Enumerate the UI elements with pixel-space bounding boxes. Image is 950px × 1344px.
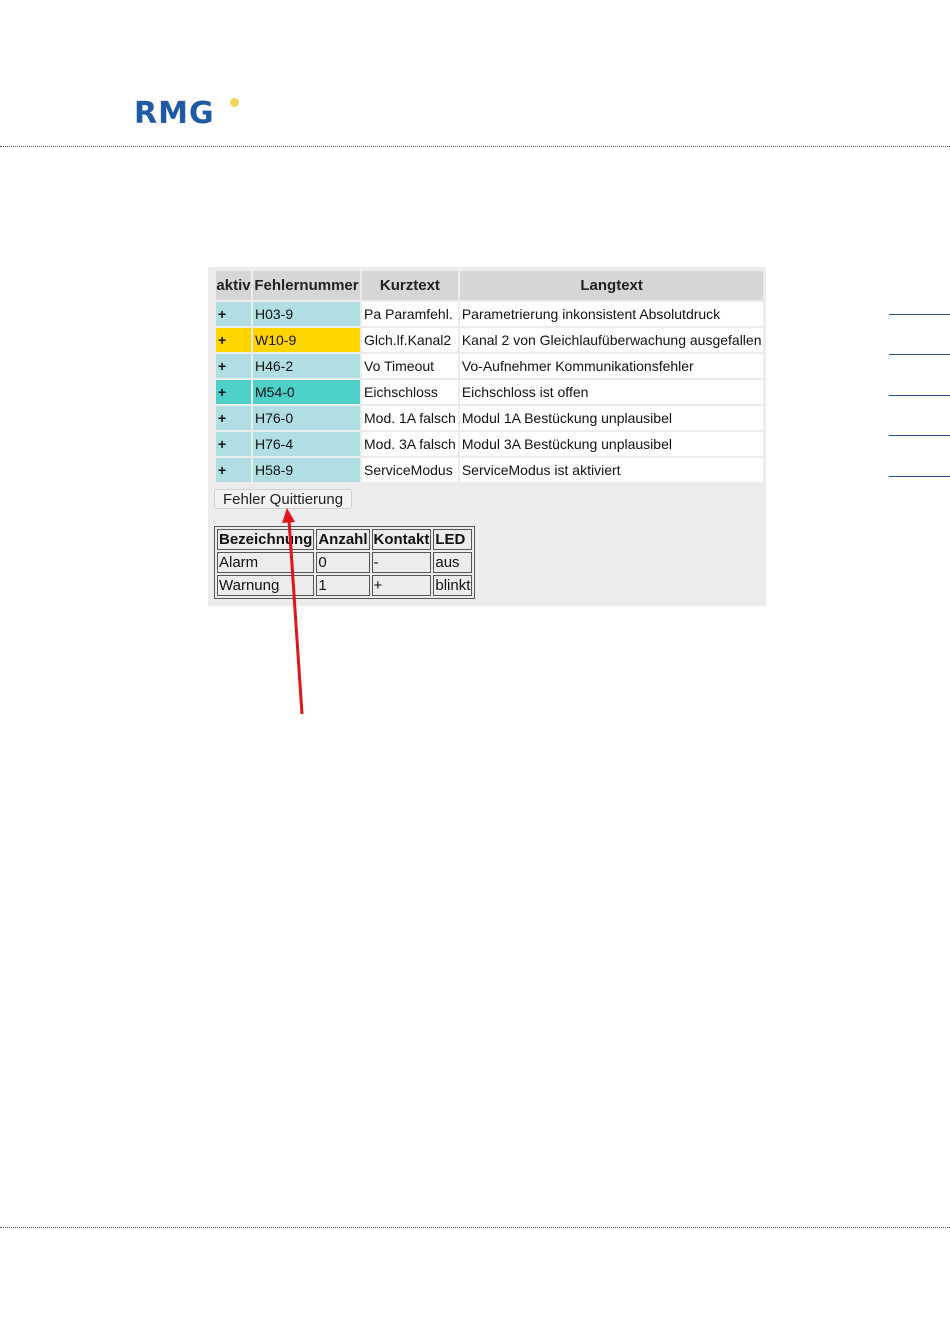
aktiv-cell: + (216, 458, 251, 482)
error-table: aktiv Fehlernummer Kurztext Langtext + H… (214, 269, 765, 484)
short-text-cell: Vo Timeout (362, 354, 458, 378)
error-number-cell: H76-0 (253, 406, 360, 430)
error-number-cell: M54-0 (253, 380, 360, 404)
rmg-logo: RMG (134, 96, 239, 131)
column-header-langtext: Langtext (459, 271, 764, 300)
table-row: Alarm 0 - aus (217, 552, 473, 573)
short-text-cell: Mod. 1A falsch (362, 406, 458, 430)
error-number-cell: W10-9 (253, 328, 360, 352)
anzahl-cell: 1 (316, 575, 370, 596)
table-row: + H03-9 Pa Paramfehl. Parametrierung ink… (216, 302, 764, 326)
acknowledge-errors-button[interactable]: Fehler Quittierung (214, 489, 353, 509)
anzahl-cell: 0 (316, 552, 370, 573)
table-row: Warnung 1 + blinkt (217, 575, 473, 596)
summary-table: Bezeichnung Anzahl Kontakt LED Alarm 0 -… (214, 526, 476, 599)
column-header-kurztext: Kurztext (362, 271, 458, 300)
column-header-kontakt: Kontakt (371, 529, 432, 550)
bezeichnung-cell: Warnung (217, 575, 315, 596)
short-text-cell: Pa Paramfehl. (362, 302, 458, 326)
margin-mark (889, 314, 950, 315)
bezeichnung-cell: Alarm (217, 552, 315, 573)
error-panel: aktiv Fehlernummer Kurztext Langtext + H… (208, 267, 766, 606)
table-row: + H76-0 Mod. 1A falsch Modul 1A Bestücku… (216, 406, 764, 430)
aktiv-cell: + (216, 328, 251, 352)
short-text-cell: Mod. 3A falsch (362, 432, 458, 456)
kontakt-cell: - (371, 552, 432, 573)
long-text-cell: ServiceModus ist aktiviert (459, 458, 764, 482)
logo-dot-icon (230, 98, 239, 107)
error-number-cell: H58-9 (253, 458, 360, 482)
footer-divider (0, 1227, 950, 1228)
column-header-bezeichnung: Bezeichnung (217, 529, 315, 550)
margin-mark (889, 354, 950, 355)
table-row: + H46-2 Vo Timeout Vo-Aufnehmer Kommunik… (216, 354, 764, 378)
aktiv-cell: + (216, 380, 251, 404)
column-header-anzahl: Anzahl (316, 529, 370, 550)
table-row: + H58-9 ServiceModus ServiceModus ist ak… (216, 458, 764, 482)
margin-mark (889, 395, 950, 396)
table-row: + H76-4 Mod. 3A falsch Modul 3A Bestücku… (216, 432, 764, 456)
aktiv-cell: + (216, 354, 251, 378)
table-row: + W10-9 Glch.lf.Kanal2 Kanal 2 von Gleic… (216, 328, 764, 352)
column-header-led: LED (433, 529, 473, 550)
long-text-cell: Parametrierung inkonsistent Absolutdruck (459, 302, 764, 326)
led-cell: aus (433, 552, 473, 573)
aktiv-cell: + (216, 432, 251, 456)
error-number-cell: H46-2 (253, 354, 360, 378)
logo-text: RMG (134, 96, 215, 131)
long-text-cell: Modul 3A Bestückung unplausibel (459, 432, 764, 456)
long-text-cell: Modul 1A Bestückung unplausibel (459, 406, 764, 430)
margin-mark (889, 435, 950, 436)
aktiv-cell: + (216, 302, 251, 326)
led-cell: blinkt (433, 575, 473, 596)
kontakt-cell: + (371, 575, 432, 596)
table-row: + M54-0 Eichschloss Eichschloss ist offe… (216, 380, 764, 404)
error-number-cell: H76-4 (253, 432, 360, 456)
long-text-cell: Eichschloss ist offen (459, 380, 764, 404)
margin-mark (889, 476, 950, 477)
error-number-cell: H03-9 (253, 302, 360, 326)
short-text-cell: Eichschloss (362, 380, 458, 404)
summary-table-header: Bezeichnung Anzahl Kontakt LED (217, 529, 473, 550)
annotation-arrow-icon (282, 508, 304, 715)
short-text-cell: ServiceModus (362, 458, 458, 482)
column-header-fehlernummer: Fehlernummer (253, 271, 360, 300)
long-text-cell: Kanal 2 von Gleichlaufüberwachung ausgef… (459, 328, 764, 352)
aktiv-cell: + (216, 406, 251, 430)
short-text-cell: Glch.lf.Kanal2 (362, 328, 458, 352)
column-header-aktiv: aktiv (216, 271, 251, 300)
error-table-header: aktiv Fehlernummer Kurztext Langtext (216, 271, 764, 300)
long-text-cell: Vo-Aufnehmer Kommunikationsfehler (459, 354, 764, 378)
header-divider (0, 146, 950, 147)
